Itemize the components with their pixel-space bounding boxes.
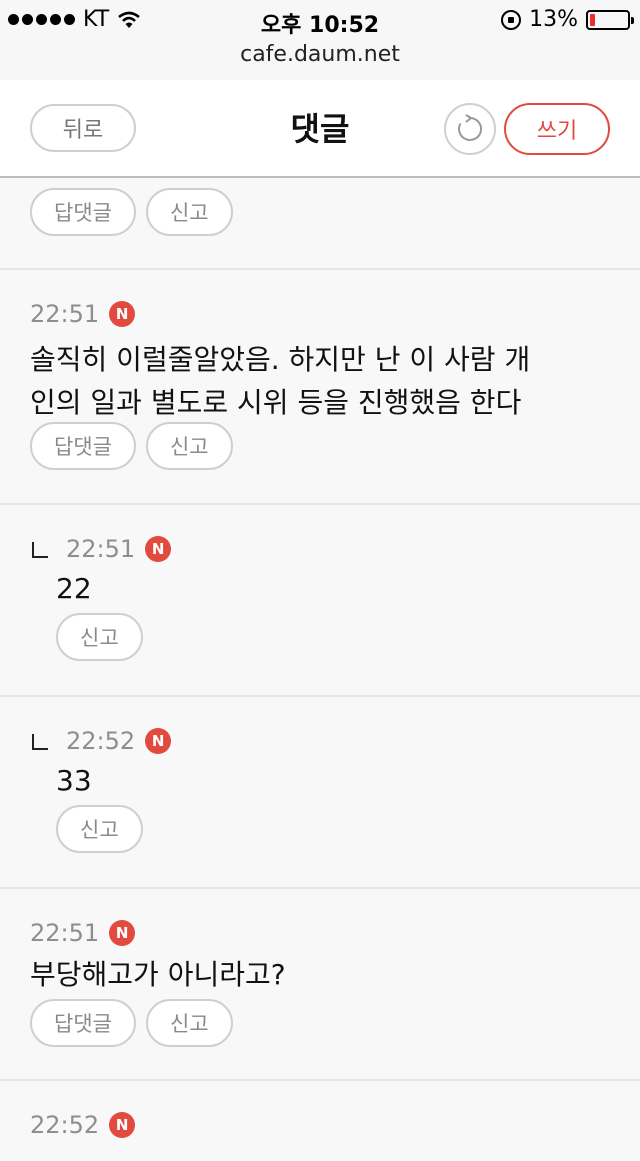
comment-item: 22:51 N 솔직히 이럴줄알았음. 하지만 난 이 사람 개 인의 일과 별… bbox=[0, 270, 640, 505]
new-badge: N bbox=[109, 301, 136, 327]
comment-text: 부당해고가 아니라고? bbox=[30, 958, 286, 991]
comment-text-line: 인의 일과 별도로 시위 등을 진행했음 한다 bbox=[30, 386, 522, 419]
battery-fill bbox=[590, 13, 595, 26]
comment-text: 33 bbox=[56, 764, 92, 797]
reply-button[interactable]: 답댓글 bbox=[30, 422, 136, 470]
battery-percent: 13% bbox=[529, 7, 578, 32]
comment-actions: 답댓글 신고 bbox=[30, 999, 233, 1047]
reply-indicator-icon bbox=[32, 542, 48, 558]
reply-item: 22:51 N 22 신고 bbox=[0, 505, 640, 697]
refresh-button[interactable] bbox=[444, 103, 496, 155]
rotation-lock-icon bbox=[501, 9, 522, 30]
new-badge: N bbox=[145, 536, 172, 562]
comment-list: 답댓글 신고 22:51 N 솔직히 이럴줄알았음. 하지만 난 이 사람 개 … bbox=[0, 178, 640, 1161]
comment-actions: 답댓글 신고 bbox=[30, 188, 233, 236]
comment-time: 22:51 bbox=[66, 535, 136, 563]
comment-actions: 신고 bbox=[56, 805, 143, 853]
refresh-icon bbox=[458, 114, 482, 141]
new-badge: N bbox=[109, 920, 136, 946]
write-button[interactable]: 쓰기 bbox=[504, 103, 610, 155]
comment-time: 22:51 bbox=[30, 919, 100, 947]
status-bar: KT 오후 10:52 13% bbox=[0, 0, 640, 40]
comment-time: 22:52 bbox=[66, 727, 136, 755]
report-button[interactable]: 신고 bbox=[56, 613, 143, 661]
comment-meta: 22:51 N bbox=[32, 535, 172, 563]
reply-button[interactable]: 답댓글 bbox=[30, 999, 136, 1047]
comment-time: 22:52 bbox=[30, 1111, 100, 1139]
comment-time: 22:51 bbox=[30, 300, 100, 328]
new-badge: N bbox=[109, 1112, 136, 1138]
comment-item: 답댓글 신고 bbox=[0, 178, 640, 270]
comment-actions: 답댓글 신고 bbox=[30, 422, 233, 470]
url-bar[interactable]: cafe.daum.net bbox=[0, 40, 640, 81]
comment-text-line: 솔직히 이럴줄알았음. 하지만 난 이 사람 개 bbox=[30, 343, 531, 376]
comment-text: 22 bbox=[56, 572, 92, 605]
comment-meta: 22:51 N bbox=[30, 300, 136, 328]
comment-text: 솔직히 이럴줄알았음. 하지만 난 이 사람 개 인의 일과 별도로 시위 등을… bbox=[30, 338, 530, 424]
report-button[interactable]: 신고 bbox=[145, 188, 233, 236]
comment-meta: 22:52 N bbox=[30, 1111, 136, 1139]
comment-meta: 22:51 N bbox=[30, 919, 136, 947]
reply-item: 22:52 N 33 신고 bbox=[0, 697, 640, 889]
status-right: 13% bbox=[501, 7, 634, 32]
comment-meta: 22:52 N bbox=[32, 727, 172, 755]
report-button[interactable]: 신고 bbox=[56, 805, 143, 853]
battery-icon bbox=[586, 9, 634, 30]
report-button[interactable]: 신고 bbox=[145, 999, 233, 1047]
comment-actions: 신고 bbox=[56, 613, 143, 661]
comment-item: 22:51 N 부당해고가 아니라고? 답댓글 신고 bbox=[0, 889, 640, 1081]
page-header: 뒤로 댓글 쓰기 bbox=[0, 80, 640, 178]
report-button[interactable]: 신고 bbox=[145, 422, 233, 470]
reply-button[interactable]: 답댓글 bbox=[30, 188, 136, 236]
reply-indicator-icon bbox=[32, 734, 48, 750]
new-badge: N bbox=[145, 728, 172, 754]
comment-item: 22:52 N bbox=[0, 1081, 640, 1161]
url-text: cafe.daum.net bbox=[240, 42, 400, 67]
